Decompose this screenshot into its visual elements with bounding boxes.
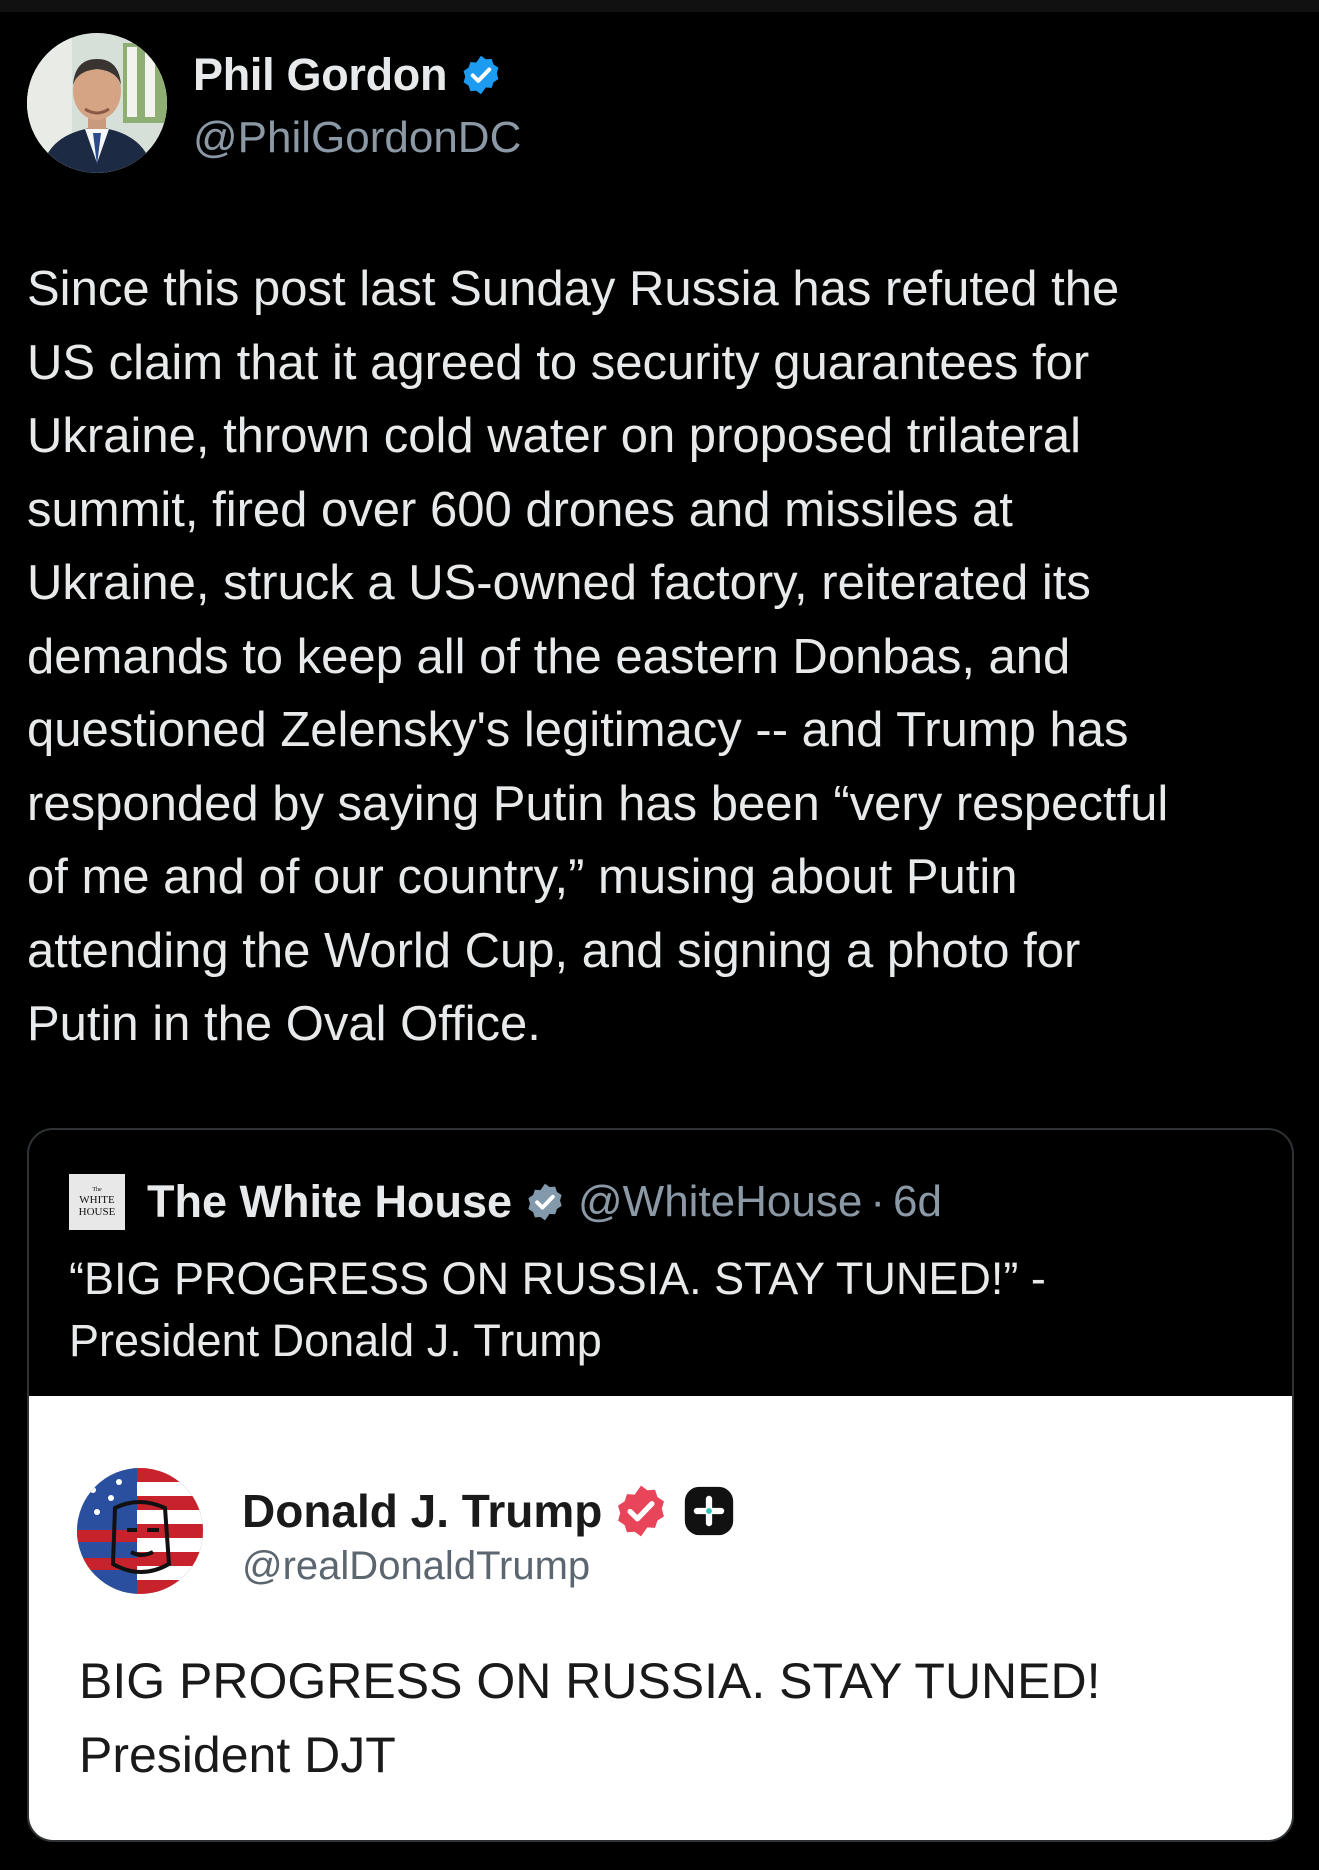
quoted-tweet-header: The WHITE HOUSE The White House @WhiteHo… [69, 1174, 942, 1230]
logo-line-3: HOUSE [78, 1206, 116, 1218]
pink-verified-badge-icon [612, 1482, 670, 1540]
quoted-display-name[interactable]: The White House [147, 1176, 512, 1228]
logo-line-1: The [92, 1187, 102, 1193]
author-display-name[interactable]: Phil Gordon [193, 49, 447, 101]
white-house-logo-icon[interactable]: The WHITE HOUSE [69, 1174, 125, 1230]
quoted-tweet-text: “BIG PROGRESS ON RUSSIA. STAY TUNED!” - … [69, 1253, 1046, 1366]
quoted-timestamp[interactable]: 6d [893, 1177, 942, 1227]
gray-verified-badge-icon [524, 1181, 566, 1223]
tweet-text: Since this post last Sunday Russia has r… [27, 262, 1169, 1051]
author-avatar[interactable] [27, 33, 167, 173]
top-bar [0, 0, 1319, 12]
separator-dot: · [870, 1177, 885, 1226]
quoted-tweet-image[interactable]: Donald J. Trump @realDonaldTrump BIG PRO… [29, 1396, 1292, 1840]
embedded-display-name: Donald J. Trump [242, 1485, 603, 1537]
embedded-handle: @realDonaldTrump [242, 1544, 591, 1588]
profile-photo-icon [27, 33, 167, 173]
quoted-tweet-card[interactable]: The WHITE HOUSE The White House @WhiteHo… [27, 1128, 1294, 1842]
logo-line-2: WHITE [79, 1194, 115, 1206]
trump-avatar [77, 1468, 203, 1594]
embedded-post-text: BIG PROGRESS ON RUSSIA. STAY TUNED! Pres… [79, 1653, 1101, 1783]
quoted-handle[interactable]: @WhiteHouse [578, 1177, 862, 1227]
flag-portrait-icon [77, 1468, 203, 1594]
author-handle[interactable]: @PhilGordonDC [193, 113, 521, 163]
plus-badge-icon [680, 1482, 738, 1540]
tweet-author-header: Phil Gordon @PhilGordonDC [27, 33, 927, 179]
verified-badge-icon [459, 53, 503, 97]
